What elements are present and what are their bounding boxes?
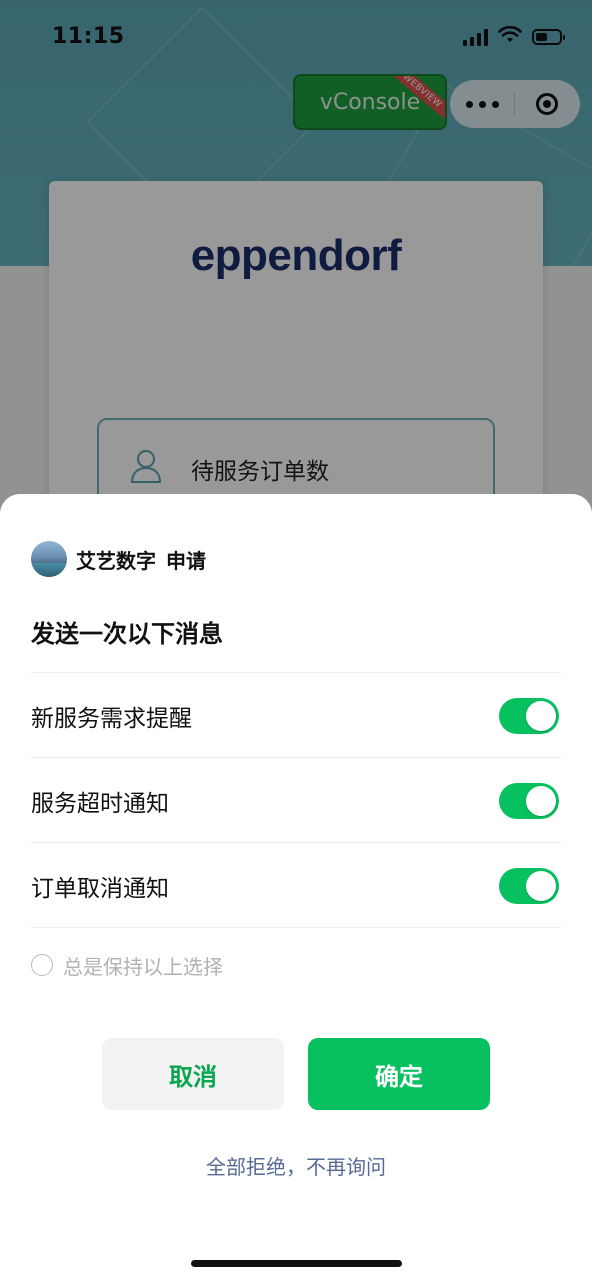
sheet-title: 发送一次以下消息 — [31, 620, 223, 648]
message-row-order-cancel: 订单取消通知 — [31, 843, 561, 927]
confirm-button[interactable]: 确定 — [308, 1038, 490, 1110]
applicant-action: 申请 — [166, 548, 206, 573]
message-row-new-service: 新服务需求提醒 — [31, 673, 561, 757]
toggle-new-service[interactable] — [499, 698, 559, 734]
remember-radio[interactable] — [31, 954, 53, 976]
message-label: 服务超时通知 — [31, 791, 169, 817]
subscribe-message-sheet: 艾艺数字 申请 发送一次以下消息 新服务需求提醒 服务超时通知 订单取消通知 总… — [0, 494, 592, 1280]
message-row-service-timeout: 服务超时通知 — [31, 758, 561, 842]
home-indicator — [191, 1260, 402, 1267]
cancel-button[interactable]: 取消 — [102, 1038, 284, 1110]
applicant-row: 艾艺数字 申请 — [31, 541, 206, 577]
remember-label: 总是保持以上选择 — [63, 954, 223, 979]
divider — [31, 927, 561, 928]
message-label: 新服务需求提醒 — [31, 706, 192, 732]
toggle-service-timeout[interactable] — [499, 783, 559, 819]
message-label: 订单取消通知 — [31, 876, 169, 902]
reject-all-link[interactable]: 全部拒绝，不再询问 — [0, 1151, 592, 1180]
avatar — [31, 541, 67, 577]
applicant-name: 艾艺数字 — [76, 548, 156, 573]
toggle-order-cancel[interactable] — [499, 868, 559, 904]
remember-choice-option[interactable]: 总是保持以上选择 — [31, 952, 223, 979]
